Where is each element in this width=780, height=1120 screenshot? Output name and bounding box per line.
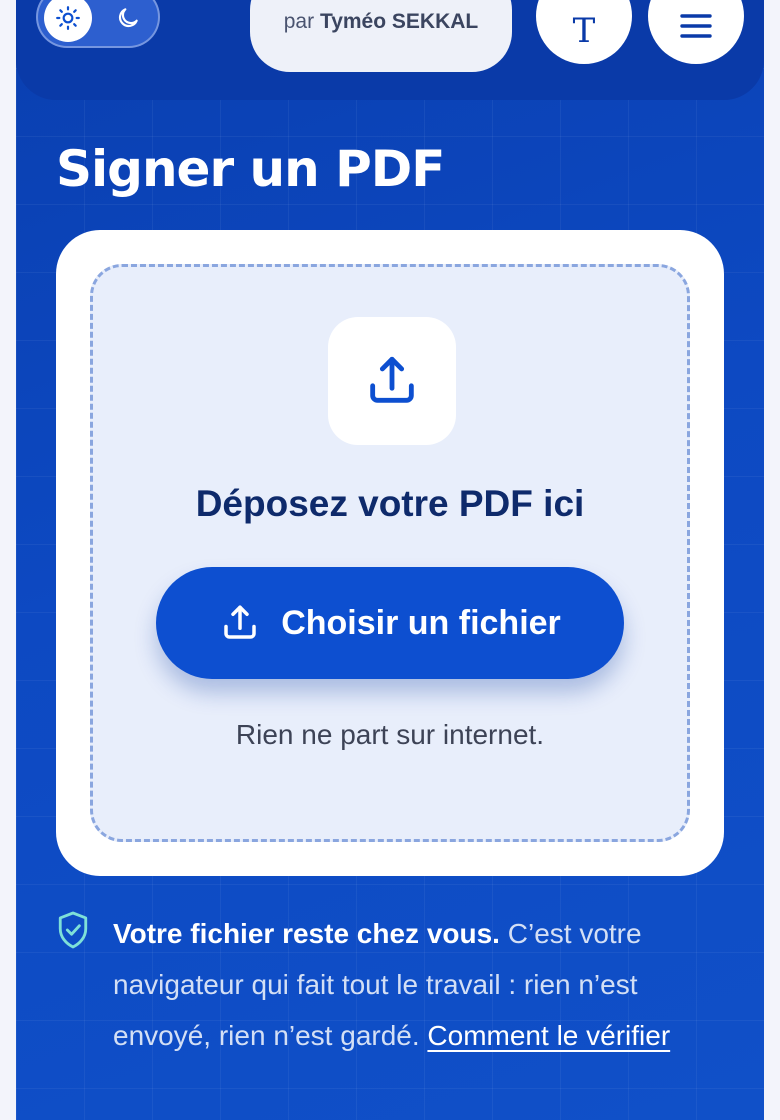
dropzone-title: Déposez votre PDF ici [195, 483, 585, 524]
dark-theme-button[interactable] [104, 0, 152, 42]
app-root: acsPdfium par Tyméo SEKKAL T Signer un P… [16, 0, 764, 1120]
choose-file-button[interactable]: Choisir un fichier [156, 567, 624, 679]
verify-link[interactable]: Comment le vérifier [427, 1020, 670, 1051]
top-bar: acsPdfium par Tyméo SEKKAL T [16, 0, 764, 100]
privacy-text: Votre fichier reste chez vous. C’est vot… [113, 908, 733, 1061]
page-title: Signer un PDF [56, 140, 445, 198]
upload-card: Déposez votre PDF ici Choisir un fichier… [56, 230, 724, 876]
text-icon: T [573, 12, 596, 46]
brand-by-prefix: par [283, 10, 315, 33]
brand-logo[interactable]: acsPdfium par Tyméo SEKKAL [250, 0, 512, 72]
upload-icon [224, 605, 256, 639]
privacy-bold: Votre fichier reste chez vous. [113, 918, 500, 949]
sun-icon [56, 6, 80, 30]
hamburger-menu-icon [680, 14, 712, 38]
text-button-glyph: T [573, 12, 596, 46]
dropzone-note: Rien ne part sur internet. [235, 719, 545, 750]
shield-check-icon [58, 911, 88, 949]
pdf-dropzone[interactable]: Déposez votre PDF ici Choisir un fichier… [90, 264, 690, 842]
menu-button[interactable] [648, 0, 744, 64]
brand-byline: par Tyméo SEKKAL [250, 10, 512, 34]
text-size-button[interactable]: T [536, 0, 632, 64]
moon-icon [118, 8, 138, 28]
theme-toggle[interactable] [36, 0, 160, 48]
upload-icon [370, 356, 414, 403]
brand-author: Tyméo SEKKAL [319, 10, 479, 33]
light-theme-button[interactable] [44, 0, 92, 42]
upload-badge [328, 317, 456, 445]
choose-file-label: Choisir un fichier [281, 603, 561, 642]
